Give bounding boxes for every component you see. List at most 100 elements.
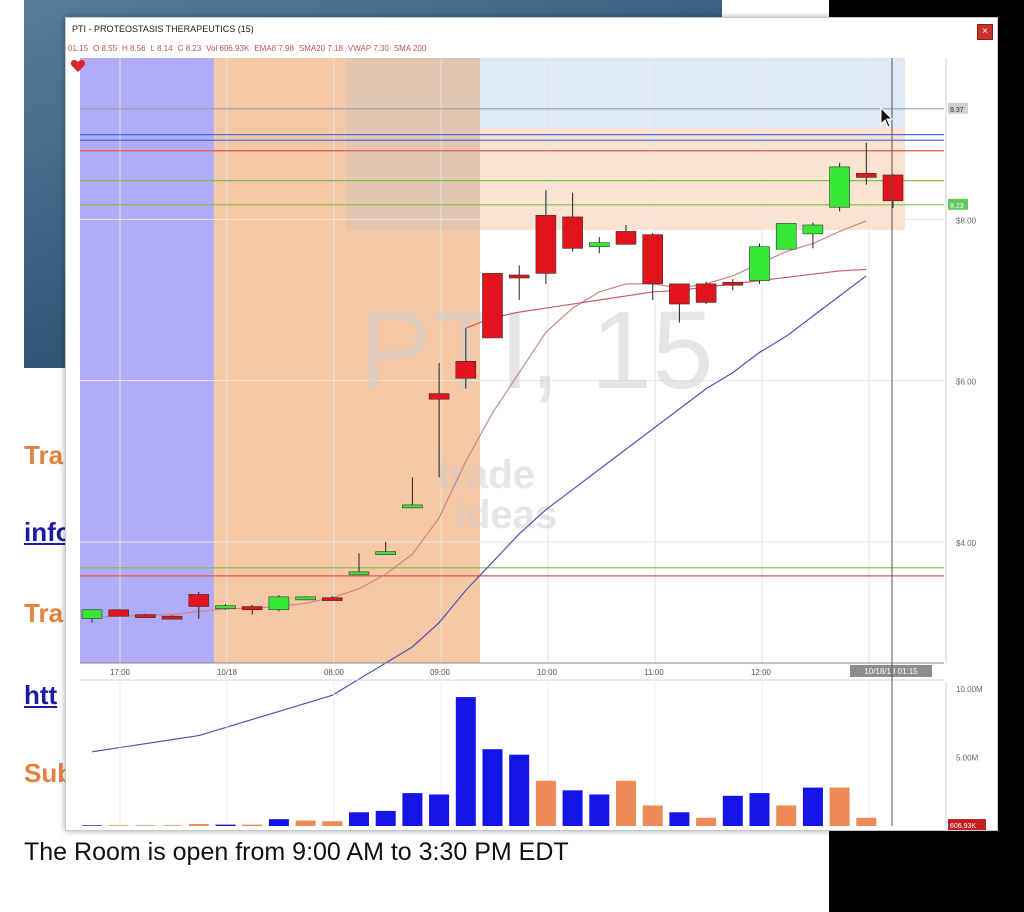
candle-body[interactable]	[161, 615, 183, 620]
x-tick-label: 09:00	[430, 668, 451, 677]
candle-body[interactable]	[428, 393, 450, 400]
room-hours-text: The Room is open from 9:00 AM to 3:30 PM…	[24, 838, 569, 866]
volume-bar[interactable]	[722, 795, 743, 826]
x-tick-label: 10:00	[537, 668, 558, 677]
indicator-8: VWAP 7.30	[347, 44, 389, 53]
time-badge: 10/18/18 01:15	[864, 667, 918, 676]
volume-bar[interactable]	[776, 805, 797, 826]
premarket-zone	[80, 58, 214, 663]
price-badge-label: 9.37	[950, 107, 964, 114]
volume-bar[interactable]	[349, 812, 369, 826]
volume-bar[interactable]	[696, 817, 717, 826]
indicator-row: 01:15 O 8.55 H 8.56 L 8.14 C 8.23 Vol 606.93K…	[68, 44, 431, 53]
volume-tick-label: 5.00M	[956, 753, 979, 762]
volume-bar[interactable]	[642, 805, 663, 826]
volume-bar[interactable]	[455, 697, 476, 826]
x-tick-label: 08:00	[324, 668, 345, 677]
page-text-tra1: Tra	[24, 440, 64, 470]
y-tick-label: $6.00	[956, 378, 977, 387]
background-strip	[722, 0, 829, 18]
page-text-tra2: Tra	[24, 598, 64, 628]
candle-body[interactable]	[402, 504, 423, 509]
candle-body[interactable]	[268, 596, 290, 611]
volume-bar[interactable]	[589, 794, 610, 826]
candle-body[interactable]	[108, 609, 130, 617]
volume-tick-label: 10.00M	[956, 685, 983, 694]
candle-body[interactable]	[775, 223, 797, 250]
candle-body[interactable]	[188, 594, 210, 607]
volume-bar[interactable]	[268, 819, 289, 826]
candle-body[interactable]	[669, 283, 690, 305]
volume-bar[interactable]	[108, 825, 129, 826]
volume-bar[interactable]	[375, 810, 396, 826]
top-blue-zone	[480, 58, 905, 128]
candle-body[interactable]	[882, 174, 904, 202]
volume-bar[interactable]	[802, 787, 823, 826]
window-title: PTI - PROTEOSTASIS THERAPEUTICS (15)	[72, 24, 254, 34]
candle-body[interactable]	[241, 606, 263, 611]
candle-body[interactable]	[855, 173, 877, 178]
volume-bar[interactable]	[135, 825, 156, 826]
candle-body[interactable]	[802, 224, 824, 235]
volume-bar[interactable]	[482, 749, 503, 826]
volume-bar[interactable]	[562, 790, 583, 826]
candle-body[interactable]	[348, 571, 370, 576]
watermark-symbol: PTI, 15	[359, 289, 714, 412]
volume-bar[interactable]	[295, 820, 316, 826]
candle-body[interactable]	[81, 609, 103, 619]
close-button[interactable]: ×	[977, 24, 993, 40]
heart-icon[interactable]	[70, 58, 86, 74]
volume-bar[interactable]	[535, 780, 556, 826]
candle-body[interactable]	[482, 273, 503, 339]
page-text-http[interactable]: htt	[24, 680, 57, 711]
volume-bar[interactable]	[829, 787, 850, 826]
candle-body[interactable]	[135, 614, 156, 618]
volume-bar[interactable]	[322, 821, 343, 826]
volume-bar[interactable]	[215, 824, 236, 826]
volume-bar[interactable]	[616, 780, 636, 826]
volume-bar[interactable]	[242, 824, 263, 826]
indicator-0: 01:15	[68, 44, 89, 53]
candle-body[interactable]	[455, 361, 477, 379]
candle-body[interactable]	[562, 216, 583, 249]
gray-zone	[346, 58, 480, 230]
watermark-logo-word: ideas	[455, 493, 557, 537]
candle-body[interactable]	[749, 246, 770, 281]
candle-body[interactable]	[615, 231, 637, 245]
y-tick-label: $8.00	[956, 216, 977, 225]
mouse-cursor-icon	[880, 107, 894, 128]
volume-bar[interactable]	[509, 754, 530, 826]
candle-body[interactable]	[535, 215, 557, 274]
candle-body[interactable]	[588, 242, 610, 248]
candle-body[interactable]	[321, 597, 343, 601]
candle-body[interactable]	[829, 166, 850, 208]
indicator-2: H 8.56	[122, 44, 146, 53]
indicator-6: EMA8 7.98	[254, 44, 294, 53]
volume-bar[interactable]	[856, 817, 877, 826]
volume-bar[interactable]	[188, 823, 209, 826]
volume-bar[interactable]	[82, 825, 102, 826]
volume-bar[interactable]	[402, 793, 423, 826]
indicator-7: SMA20 7.18	[298, 44, 343, 53]
volume-bar[interactable]	[162, 825, 183, 826]
candle-body[interactable]	[722, 281, 744, 286]
candle-body[interactable]	[508, 274, 530, 279]
x-tick-label: 10/18	[217, 668, 238, 677]
x-tick-label: 11:00	[644, 668, 664, 677]
candle-body[interactable]	[295, 596, 316, 601]
volume-bar[interactable]	[749, 793, 770, 826]
volume-bar[interactable]	[429, 794, 450, 826]
volume-bar[interactable]	[669, 812, 690, 826]
stock-chart[interactable]: PTI, 15tradeideas$8.00$6.00$4.009.378.23…	[66, 18, 997, 830]
candle-body[interactable]	[215, 605, 236, 610]
price-badge-label: 8.23	[950, 203, 964, 210]
y-tick-label: $4.00	[956, 539, 977, 548]
indicator-1: O 8.55	[93, 44, 118, 53]
candle-body[interactable]	[695, 283, 717, 303]
candle-body[interactable]	[642, 234, 664, 285]
chart-window[interactable]: PTI, 15 trade ideas $8.00 $6.00 $4.00 9.37 8.23…	[65, 17, 998, 831]
volume-badge-label: 606.93K	[950, 823, 976, 830]
candle-body[interactable]	[375, 551, 397, 555]
x-tick-label: 17:00	[110, 668, 131, 677]
indicator-4: C 8.23	[177, 44, 202, 53]
